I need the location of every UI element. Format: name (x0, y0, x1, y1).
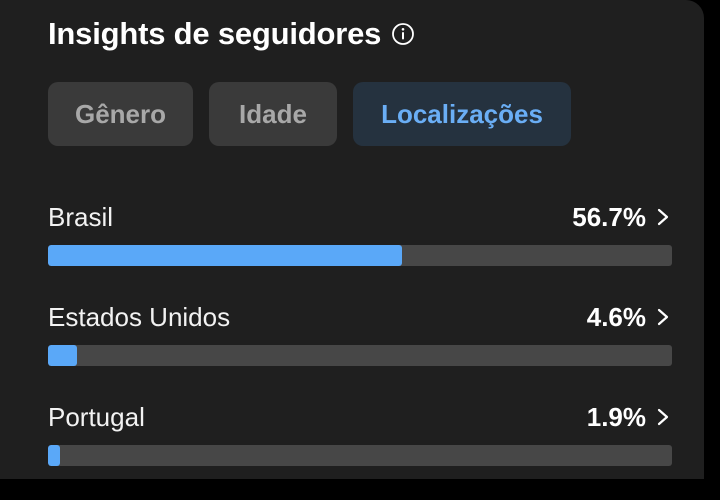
location-row-portugal[interactable]: Portugal 1.9% (48, 400, 672, 500)
chevron-right-icon (657, 408, 669, 426)
tab-gender[interactable]: Gênero (48, 82, 193, 146)
progress-track (48, 445, 672, 466)
location-row-estados-unidos[interactable]: Estados Unidos 4.6% (48, 300, 672, 400)
tab-age[interactable]: Idade (209, 82, 337, 146)
location-name: Estados Unidos (48, 301, 231, 332)
card-header: Insights de seguidores (48, 14, 415, 54)
location-percent: 4.6% (586, 301, 646, 332)
location-percent: 56.7% (572, 201, 646, 232)
tab-label: Idade (239, 98, 307, 129)
tab-label: Gênero (74, 98, 167, 129)
chevron-right-icon (657, 208, 669, 226)
insight-tabs: Gênero Idade Localizações (48, 82, 571, 146)
progress-fill (48, 345, 77, 366)
location-percent: 1.9% (586, 401, 646, 432)
locations-list: Brasil 56.7% Estados Unidos 4.6% Portuga… (48, 200, 672, 500)
progress-track (48, 245, 672, 266)
follower-insights-card: Insights de seguidores Gênero Idade Loca… (0, 0, 704, 479)
location-name: Brasil (48, 201, 114, 232)
location-row-brasil[interactable]: Brasil 56.7% (48, 200, 672, 300)
chevron-right-icon (657, 308, 669, 326)
progress-fill (48, 445, 60, 466)
info-icon[interactable] (391, 22, 415, 46)
tab-label: Localizações (381, 98, 543, 129)
card-title: Insights de seguidores (48, 16, 382, 51)
location-name: Portugal (48, 401, 145, 432)
tab-locations[interactable]: Localizações (353, 82, 571, 146)
progress-fill (48, 245, 402, 266)
progress-track (48, 345, 672, 366)
